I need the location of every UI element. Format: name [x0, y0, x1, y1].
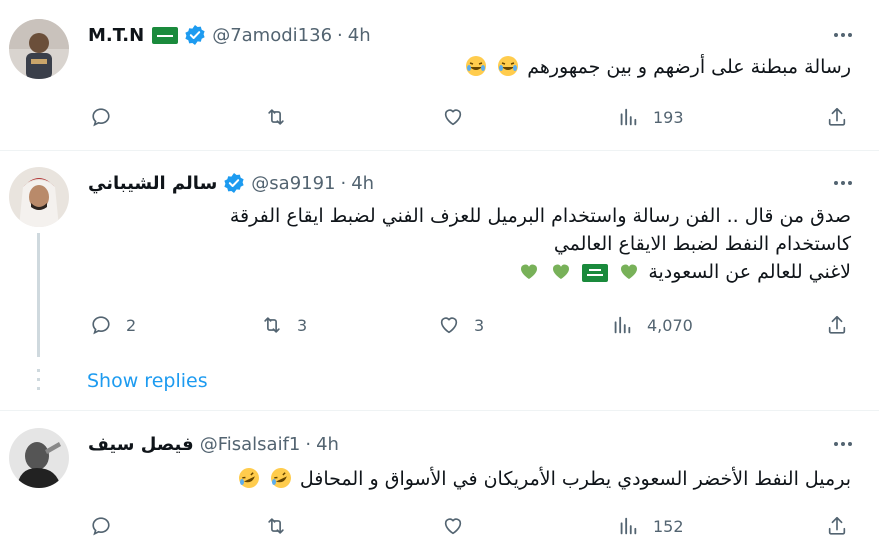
separator-dot: · [305, 433, 312, 455]
reply-icon [92, 108, 110, 127]
tweet-text-line: لاغني للعالم عن السعودية [648, 261, 851, 283]
views-count: 152 [653, 516, 684, 536]
saudi-flag-icon [582, 264, 609, 282]
verified-badge-icon [224, 173, 244, 193]
reply-icon [92, 316, 110, 335]
reply-button[interactable]: 2 [90, 313, 136, 337]
like-button[interactable] [442, 105, 464, 129]
retweet-button[interactable]: 3 [261, 313, 307, 337]
views-bar-chart-icon [614, 316, 631, 334]
reply-icon [92, 517, 110, 536]
tweet-text-line: برميل النفط الأخضر السعودي يطرب الأمريكا… [299, 468, 851, 490]
tweet-text-line: صدق من قال .. الفن رسالة واستخدام البرمي… [229, 205, 851, 227]
retweet-count: 3 [297, 315, 308, 335]
laughing-crying-emoji-icon [466, 56, 487, 76]
user-handle[interactable]: @7amodi136 [212, 25, 332, 46]
like-count: 3 [474, 315, 485, 335]
views-button[interactable]: 4,070 [611, 313, 693, 337]
reply-count: 2 [126, 315, 137, 335]
user-handle[interactable]: @Fisalsaif1 [200, 434, 301, 455]
share-button[interactable] [826, 514, 848, 538]
thread-dots [37, 369, 40, 396]
share-button[interactable] [826, 313, 848, 337]
share-button[interactable] [826, 105, 848, 129]
reply-button[interactable] [90, 514, 112, 538]
tweet-text-line-with-emoji: لاغني للعالم عن السعودية [230, 258, 851, 286]
tweet-text: برميل النفط الأخضر السعودي يطرب الأمريكا… [236, 465, 851, 493]
display-name[interactable]: سالم الشيباني [88, 173, 217, 194]
views-button[interactable]: 193 [617, 105, 684, 129]
more-options-icon[interactable] [831, 171, 855, 195]
like-button[interactable]: 3 [438, 313, 484, 337]
timestamp[interactable]: 4h [351, 173, 374, 194]
avatar[interactable] [9, 19, 69, 79]
tweet-1[interactable]: M.T.N @7amodi136 · 4h رسالة مبطنة على أر… [0, 0, 879, 150]
display-name[interactable]: M.T.N [88, 25, 144, 46]
views-bar-chart-icon [620, 108, 637, 126]
tweet-2[interactable]: سالم الشيباني @sa9191 · 4h صدق من قال ..… [0, 151, 879, 411]
separator-dot: · [337, 24, 343, 46]
green-heart-icon [553, 264, 570, 279]
timestamp[interactable]: 4h [348, 25, 371, 46]
share-icon [828, 315, 846, 334]
share-icon [828, 107, 846, 126]
tweet-header: M.T.N @7amodi136 · 4h [88, 23, 371, 47]
green-heart-icon [521, 264, 538, 279]
laughing-crying-emoji-icon [498, 56, 519, 76]
retweet-icon [264, 317, 280, 333]
show-replies-link[interactable]: Show replies [87, 370, 208, 392]
tweet-text: رسالة مبطنة على أرضهم و بين جمهورهم [463, 53, 851, 81]
separator-dot: · [340, 172, 347, 194]
avatar[interactable] [9, 167, 69, 227]
tweet-3[interactable]: فيصل سيف @Fisalsaif1 · 4h برميل النفط ال… [0, 411, 879, 553]
tweet-header: سالم الشيباني @sa9191 · 4h [88, 171, 374, 195]
tweet-text-line: كاستخدام النفط لضبط الايقاع العالمي [553, 233, 851, 255]
verified-badge-icon [185, 25, 205, 45]
heart-icon [444, 109, 462, 126]
more-options-icon[interactable] [831, 23, 855, 47]
tweet-text: صدق من قال .. الفن رسالة واستخدام البرمي… [230, 202, 851, 286]
user-handle[interactable]: @sa9191 [251, 173, 335, 194]
retweet-button[interactable] [265, 105, 287, 129]
rolling-laughing-emoji-icon [238, 468, 259, 488]
retweet-button[interactable] [265, 514, 287, 538]
thread-line [37, 233, 40, 357]
heart-icon [440, 317, 458, 334]
views-count: 193 [653, 107, 684, 127]
views-bar-chart-icon [620, 517, 637, 535]
share-icon [828, 516, 846, 535]
like-button[interactable] [442, 514, 464, 538]
display-name[interactable]: فيصل سيف [88, 434, 194, 455]
timestamp[interactable]: 4h [316, 434, 339, 455]
tweet-header: فيصل سيف @Fisalsaif1 · 4h [88, 432, 339, 456]
green-heart-icon [621, 264, 638, 279]
views-button[interactable]: 152 [617, 514, 684, 538]
retweet-icon [268, 518, 284, 534]
avatar[interactable] [9, 428, 69, 488]
more-options-icon[interactable] [831, 432, 855, 456]
heart-icon [444, 518, 462, 535]
saudi-flag-icon [152, 26, 179, 44]
retweet-icon [268, 109, 284, 125]
rolling-laughing-emoji-icon [270, 468, 291, 488]
reply-button[interactable] [90, 105, 112, 129]
tweet-text-line: رسالة مبطنة على أرضهم و بين جمهورهم [527, 56, 851, 78]
views-count: 4,070 [647, 315, 693, 335]
